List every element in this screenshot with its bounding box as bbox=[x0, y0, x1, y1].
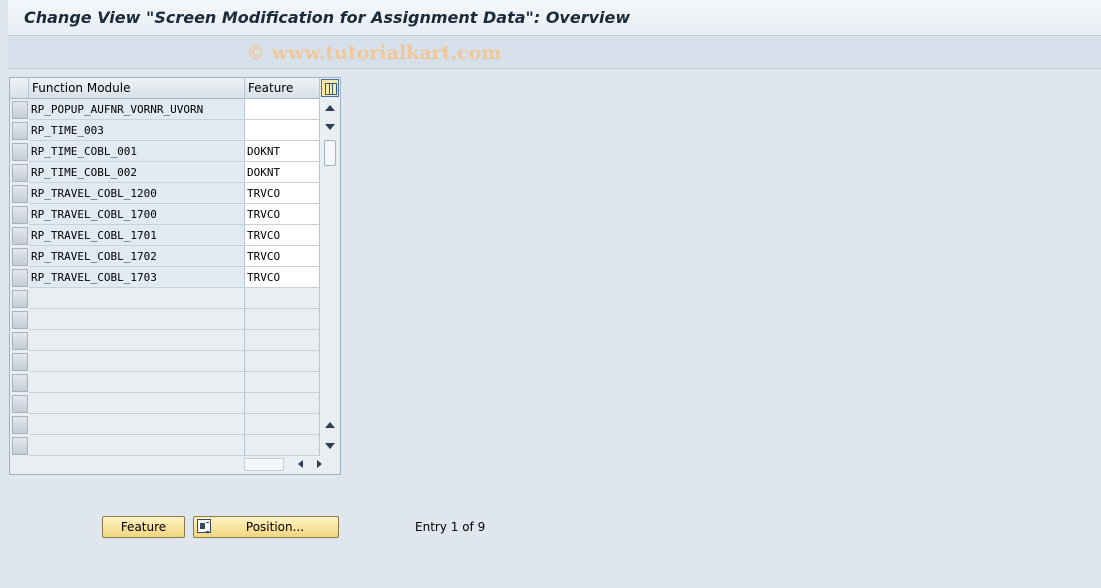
table-row[interactable] bbox=[10, 393, 320, 414]
cell-feature[interactable]: TRVCO bbox=[245, 267, 320, 288]
feature-button[interactable]: Feature bbox=[102, 516, 185, 538]
cell-function-module[interactable]: RP_TRAVEL_COBL_1200 bbox=[29, 183, 245, 204]
cell-function-module[interactable] bbox=[29, 309, 245, 330]
table-row[interactable]: RP_TIME_003 bbox=[10, 120, 320, 141]
cell-function-module[interactable]: RP_POPUP_AUFNR_VORNR_UVORN bbox=[29, 99, 245, 120]
cell-feature[interactable]: TRVCO bbox=[245, 246, 320, 267]
row-selector[interactable] bbox=[12, 332, 28, 350]
table-row[interactable]: RP_POPUP_AUFNR_VORNR_UVORN bbox=[10, 99, 320, 120]
cell-feature[interactable] bbox=[245, 120, 320, 141]
row-selector[interactable] bbox=[12, 437, 28, 455]
row-selector[interactable] bbox=[12, 122, 28, 140]
position-button-label: Position... bbox=[245, 520, 305, 534]
table-row[interactable]: RP_TRAVEL_COBL_1701 TRVCO bbox=[10, 225, 320, 246]
cell-function-module[interactable] bbox=[29, 330, 245, 351]
row-selector[interactable] bbox=[12, 374, 28, 392]
cell-feature[interactable]: TRVCO bbox=[245, 183, 320, 204]
table-row[interactable]: RP_TIME_COBL_002 DOKNT bbox=[10, 162, 320, 183]
table-row[interactable]: RP_TRAVEL_COBL_1700 TRVCO bbox=[10, 204, 320, 225]
table-row[interactable] bbox=[10, 330, 320, 351]
row-selector[interactable] bbox=[12, 101, 28, 119]
cell-function-module[interactable] bbox=[29, 288, 245, 309]
cell-function-module[interactable]: RP_TIME_COBL_001 bbox=[29, 141, 245, 162]
cell-function-module[interactable]: RP_TRAVEL_COBL_1701 bbox=[29, 225, 245, 246]
scroll-thumb[interactable] bbox=[324, 140, 336, 166]
row-selector[interactable] bbox=[12, 395, 28, 413]
scroll-left-icon[interactable] bbox=[298, 460, 303, 468]
row-selector[interactable] bbox=[12, 185, 28, 203]
title-bar: Change View "Screen Modification for Ass… bbox=[8, 0, 1101, 36]
entry-counter: Entry 1 of 9 bbox=[415, 520, 486, 534]
scroll-down-icon[interactable] bbox=[325, 124, 335, 130]
table-row[interactable]: RP_TRAVEL_COBL_1702 TRVCO bbox=[10, 246, 320, 267]
cell-feature[interactable] bbox=[245, 393, 320, 414]
row-selector[interactable] bbox=[12, 416, 28, 434]
horizontal-scroll-track[interactable] bbox=[244, 458, 284, 471]
table-control: Function Module Feature RP_POPUP_AUFNR_V… bbox=[9, 77, 341, 475]
cell-feature[interactable] bbox=[245, 309, 320, 330]
row-selector[interactable] bbox=[12, 164, 28, 182]
page-up-icon[interactable] bbox=[325, 422, 335, 428]
table-row[interactable] bbox=[10, 351, 320, 372]
cell-function-module[interactable]: RP_TRAVEL_COBL_1702 bbox=[29, 246, 245, 267]
horizontal-scrollbar[interactable] bbox=[244, 456, 322, 473]
position-button[interactable]: Position... bbox=[193, 516, 339, 538]
cell-feature[interactable] bbox=[245, 351, 320, 372]
cell-feature[interactable] bbox=[245, 330, 320, 351]
vertical-scrollbar[interactable] bbox=[321, 99, 340, 454]
left-edge bbox=[0, 0, 8, 588]
table-row[interactable]: RP_TRAVEL_COBL_1703 TRVCO bbox=[10, 267, 320, 288]
cell-function-module[interactable]: RP_TIME_003 bbox=[29, 120, 245, 141]
cell-feature[interactable] bbox=[245, 435, 320, 456]
row-selector[interactable] bbox=[12, 248, 28, 266]
cell-feature[interactable]: TRVCO bbox=[245, 204, 320, 225]
column-header-function-module[interactable]: Function Module bbox=[29, 78, 245, 99]
row-selector[interactable] bbox=[12, 353, 28, 371]
cell-feature[interactable]: DOKNT bbox=[245, 141, 320, 162]
table-row[interactable] bbox=[10, 372, 320, 393]
row-selector[interactable] bbox=[12, 269, 28, 287]
table-row[interactable] bbox=[10, 309, 320, 330]
cell-feature[interactable] bbox=[245, 372, 320, 393]
cell-function-module[interactable]: RP_TRAVEL_COBL_1700 bbox=[29, 204, 245, 225]
table-row[interactable]: RP_TIME_COBL_001 DOKNT bbox=[10, 141, 320, 162]
table-row[interactable] bbox=[10, 288, 320, 309]
cell-function-module[interactable]: RP_TIME_COBL_002 bbox=[29, 162, 245, 183]
scroll-right-icon[interactable] bbox=[317, 460, 322, 468]
cell-feature[interactable] bbox=[245, 288, 320, 309]
watermark: © www.tutorialkart.com bbox=[246, 42, 502, 64]
cell-function-module[interactable] bbox=[29, 393, 245, 414]
row-selector[interactable] bbox=[12, 227, 28, 245]
table-row[interactable] bbox=[10, 435, 320, 456]
cell-function-module[interactable] bbox=[29, 372, 245, 393]
cell-function-module[interactable]: RP_TRAVEL_COBL_1703 bbox=[29, 267, 245, 288]
cell-feature[interactable] bbox=[245, 99, 320, 120]
select-all-corner[interactable] bbox=[10, 78, 29, 99]
cell-function-module[interactable] bbox=[29, 351, 245, 372]
row-selector[interactable] bbox=[12, 143, 28, 161]
cell-feature[interactable]: TRVCO bbox=[245, 225, 320, 246]
row-selector[interactable] bbox=[12, 311, 28, 329]
cell-feature[interactable]: DOKNT bbox=[245, 162, 320, 183]
table-settings-icon[interactable] bbox=[321, 79, 339, 97]
cell-function-module[interactable] bbox=[29, 414, 245, 435]
cell-feature[interactable] bbox=[245, 414, 320, 435]
column-header-feature[interactable]: Feature bbox=[245, 78, 320, 99]
page-down-icon[interactable] bbox=[325, 443, 335, 449]
cell-function-module[interactable] bbox=[29, 435, 245, 456]
table-row[interactable] bbox=[10, 414, 320, 435]
row-selector[interactable] bbox=[12, 206, 28, 224]
table-row[interactable]: RP_TRAVEL_COBL_1200 TRVCO bbox=[10, 183, 320, 204]
row-selector[interactable] bbox=[12, 290, 28, 308]
position-icon bbox=[197, 519, 211, 533]
page-title: Change View "Screen Modification for Ass… bbox=[24, 8, 631, 27]
scroll-up-icon[interactable] bbox=[325, 105, 335, 111]
application-toolbar bbox=[8, 37, 1101, 69]
